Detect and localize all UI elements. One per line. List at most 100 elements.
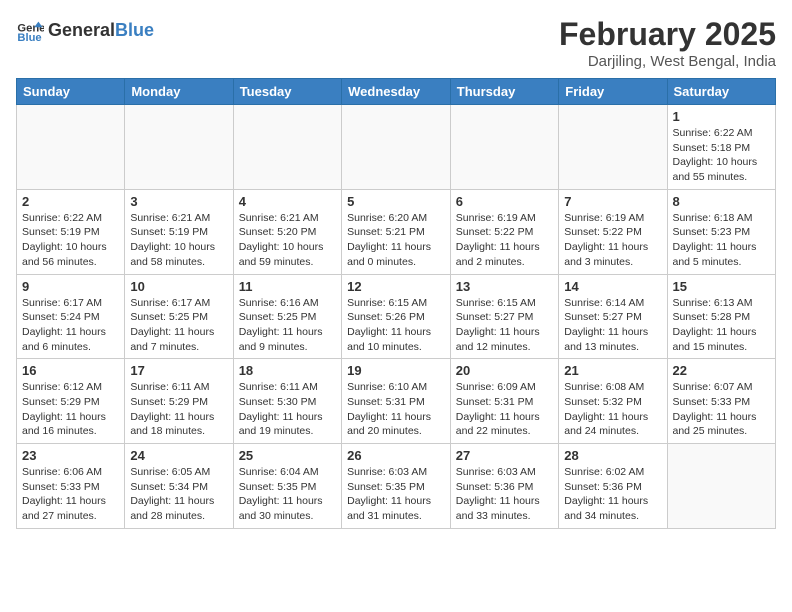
calendar-cell: 26 Sunrise: 6:03 AMSunset: 5:35 PMDayligh… <box>342 444 451 529</box>
calendar-cell: 22Sunrise: 6:07 AMSunset: 5:33 PMDayligh… <box>667 359 776 444</box>
day-number: 28 <box>564 448 661 463</box>
calendar-cell: 16Sunrise: 6:12 AMSunset: 5:29 PMDayligh… <box>17 359 125 444</box>
weekday-header-row: SundayMondayTuesdayWednesdayThursdayFrid… <box>17 79 776 105</box>
day-info: Sunrise: 6:22 AMSunset: 5:18 PMDaylight:… <box>673 126 771 185</box>
day-number: 9 <box>22 279 119 294</box>
page-header: General Blue GeneralBlue February 2025 D… <box>16 16 776 70</box>
day-number: 12 <box>347 279 445 294</box>
calendar-table: SundayMondayTuesdayWednesdayThursdayFrid… <box>16 78 776 529</box>
calendar-location: Darjiling, West Bengal, India <box>559 53 776 70</box>
calendar-cell <box>233 105 341 190</box>
calendar-cell: 7 Sunrise: 6:19 AMSunset: 5:22 PMDaylight… <box>559 189 667 274</box>
weekday-header-saturday: Saturday <box>667 79 776 105</box>
day-number: 25 <box>239 448 336 463</box>
weekday-header-friday: Friday <box>559 79 667 105</box>
calendar-cell: 3 Sunrise: 6:21 AMSunset: 5:19 PMDaylight… <box>125 189 233 274</box>
day-number: 26 <box>347 448 445 463</box>
day-number: 8 <box>673 194 771 209</box>
week-row-1: 2 Sunrise: 6:22 AMSunset: 5:19 PMDaylight… <box>17 189 776 274</box>
day-info: Sunrise: 6:19 AMSunset: 5:22 PMDaylight:… <box>564 211 661 270</box>
calendar-cell: 9 Sunrise: 6:17 AMSunset: 5:24 PMDaylight… <box>17 274 125 359</box>
day-number: 5 <box>347 194 445 209</box>
calendar-cell <box>125 105 233 190</box>
weekday-header-tuesday: Tuesday <box>233 79 341 105</box>
day-number: 18 <box>239 363 336 378</box>
calendar-title: February 2025 <box>559 16 776 53</box>
day-number: 23 <box>22 448 119 463</box>
calendar-cell: 4 Sunrise: 6:21 AMSunset: 5:20 PMDaylight… <box>233 189 341 274</box>
weekday-header-monday: Monday <box>125 79 233 105</box>
day-info: Sunrise: 6:07 AMSunset: 5:33 PMDaylight:… <box>673 380 771 439</box>
calendar-cell: 5 Sunrise: 6:20 AMSunset: 5:21 PMDaylight… <box>342 189 451 274</box>
calendar-cell <box>342 105 451 190</box>
calendar-cell: 6Sunrise: 6:19 AMSunset: 5:22 PMDaylight… <box>450 189 558 274</box>
week-row-2: 9 Sunrise: 6:17 AMSunset: 5:24 PMDaylight… <box>17 274 776 359</box>
day-info: Sunrise: 6:14 AMSunset: 5:27 PMDaylight:… <box>564 296 661 355</box>
week-row-4: 23 Sunrise: 6:06 AMSunset: 5:33 PMDayligh… <box>17 444 776 529</box>
calendar-cell <box>667 444 776 529</box>
week-row-3: 16Sunrise: 6:12 AMSunset: 5:29 PMDayligh… <box>17 359 776 444</box>
day-number: 3 <box>130 194 227 209</box>
calendar-cell: 17 Sunrise: 6:11 AMSunset: 5:29 PMDayligh… <box>125 359 233 444</box>
day-number: 4 <box>239 194 336 209</box>
week-row-0: 1Sunrise: 6:22 AMSunset: 5:18 PMDaylight… <box>17 105 776 190</box>
day-number: 10 <box>130 279 227 294</box>
calendar-cell: 15 Sunrise: 6:13 AMSunset: 5:28 PMDayligh… <box>667 274 776 359</box>
day-info: Sunrise: 6:15 AMSunset: 5:26 PMDaylight:… <box>347 296 445 355</box>
day-info: Sunrise: 6:15 AMSunset: 5:27 PMDaylight:… <box>456 296 553 355</box>
weekday-header-thursday: Thursday <box>450 79 558 105</box>
day-number: 27 <box>456 448 553 463</box>
day-number: 6 <box>456 194 553 209</box>
day-number: 21 <box>564 363 661 378</box>
day-info: Sunrise: 6:03 AMSunset: 5:35 PMDaylight:… <box>347 465 445 524</box>
day-info: Sunrise: 6:10 AMSunset: 5:31 PMDaylight:… <box>347 380 445 439</box>
calendar-cell: 14 Sunrise: 6:14 AMSunset: 5:27 PMDayligh… <box>559 274 667 359</box>
day-number: 2 <box>22 194 119 209</box>
day-number: 14 <box>564 279 661 294</box>
day-info: Sunrise: 6:17 AMSunset: 5:25 PMDaylight:… <box>130 296 227 355</box>
calendar-cell: 10 Sunrise: 6:17 AMSunset: 5:25 PMDayligh… <box>125 274 233 359</box>
calendar-cell: 11 Sunrise: 6:16 AMSunset: 5:25 PMDayligh… <box>233 274 341 359</box>
day-info: Sunrise: 6:16 AMSunset: 5:25 PMDaylight:… <box>239 296 336 355</box>
calendar-cell: 18 Sunrise: 6:11 AMSunset: 5:30 PMDayligh… <box>233 359 341 444</box>
day-number: 17 <box>130 363 227 378</box>
logo: General Blue GeneralBlue <box>16 16 154 44</box>
calendar-cell: 27 Sunrise: 6:03 AMSunset: 5:36 PMDayligh… <box>450 444 558 529</box>
calendar-cell: 1Sunrise: 6:22 AMSunset: 5:18 PMDaylight… <box>667 105 776 190</box>
day-info: Sunrise: 6:12 AMSunset: 5:29 PMDaylight:… <box>22 380 119 439</box>
calendar-cell: 25Sunrise: 6:04 AMSunset: 5:35 PMDayligh… <box>233 444 341 529</box>
day-info: Sunrise: 6:17 AMSunset: 5:24 PMDaylight:… <box>22 296 119 355</box>
day-info: Sunrise: 6:11 AMSunset: 5:29 PMDaylight:… <box>130 380 227 439</box>
calendar-cell: 24 Sunrise: 6:05 AMSunset: 5:34 PMDayligh… <box>125 444 233 529</box>
svg-text:Blue: Blue <box>17 32 41 44</box>
calendar-cell: 8 Sunrise: 6:18 AMSunset: 5:23 PMDaylight… <box>667 189 776 274</box>
day-info: Sunrise: 6:05 AMSunset: 5:34 PMDaylight:… <box>130 465 227 524</box>
day-info: Sunrise: 6:21 AMSunset: 5:19 PMDaylight:… <box>130 211 227 270</box>
calendar-cell: 2 Sunrise: 6:22 AMSunset: 5:19 PMDaylight… <box>17 189 125 274</box>
day-info: Sunrise: 6:11 AMSunset: 5:30 PMDaylight:… <box>239 380 336 439</box>
day-info: Sunrise: 6:22 AMSunset: 5:19 PMDaylight:… <box>22 211 119 270</box>
weekday-header-wednesday: Wednesday <box>342 79 451 105</box>
day-info: Sunrise: 6:03 AMSunset: 5:36 PMDaylight:… <box>456 465 553 524</box>
logo-text-blue: Blue <box>115 20 154 41</box>
day-number: 11 <box>239 279 336 294</box>
calendar-cell: 21 Sunrise: 6:08 AMSunset: 5:32 PMDayligh… <box>559 359 667 444</box>
day-info: Sunrise: 6:13 AMSunset: 5:28 PMDaylight:… <box>673 296 771 355</box>
calendar-cell: 13 Sunrise: 6:15 AMSunset: 5:27 PMDayligh… <box>450 274 558 359</box>
day-info: Sunrise: 6:06 AMSunset: 5:33 PMDaylight:… <box>22 465 119 524</box>
day-number: 20 <box>456 363 553 378</box>
day-number: 24 <box>130 448 227 463</box>
day-info: Sunrise: 6:08 AMSunset: 5:32 PMDaylight:… <box>564 380 661 439</box>
calendar-cell <box>450 105 558 190</box>
day-info: Sunrise: 6:21 AMSunset: 5:20 PMDaylight:… <box>239 211 336 270</box>
day-info: Sunrise: 6:20 AMSunset: 5:21 PMDaylight:… <box>347 211 445 270</box>
logo-text-general: General <box>48 20 115 41</box>
day-number: 19 <box>347 363 445 378</box>
day-number: 15 <box>673 279 771 294</box>
day-info: Sunrise: 6:09 AMSunset: 5:31 PMDaylight:… <box>456 380 553 439</box>
weekday-header-sunday: Sunday <box>17 79 125 105</box>
day-info: Sunrise: 6:18 AMSunset: 5:23 PMDaylight:… <box>673 211 771 270</box>
day-number: 7 <box>564 194 661 209</box>
calendar-cell: 19 Sunrise: 6:10 AMSunset: 5:31 PMDayligh… <box>342 359 451 444</box>
day-number: 13 <box>456 279 553 294</box>
